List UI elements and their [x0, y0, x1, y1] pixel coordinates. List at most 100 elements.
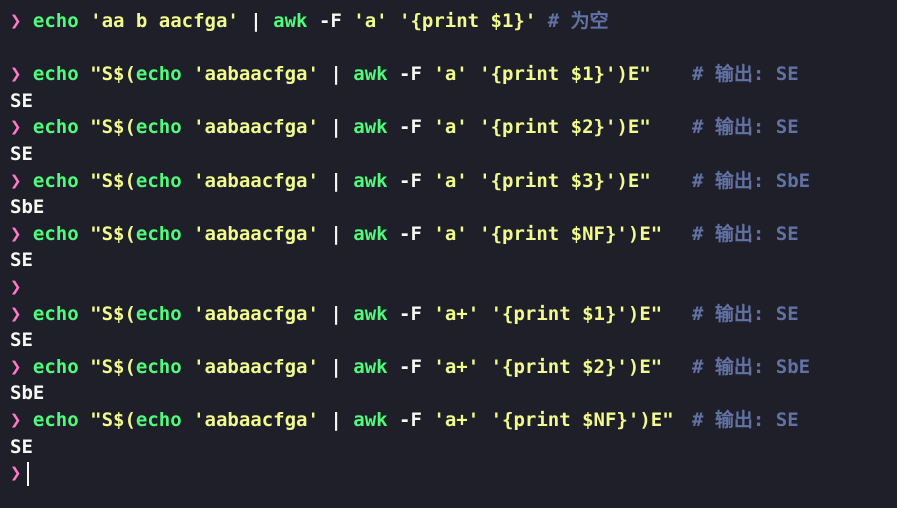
prompt-symbol: ❯: [10, 116, 22, 139]
flag-token: -F: [387, 222, 434, 245]
command-line: ❯ echo "S$(echo 'aabaacfga' | awk -F 'a'…: [10, 61, 897, 88]
string-token: )E": [616, 169, 651, 192]
command-line: ❯ echo "S$(echo 'aabaacfga' | awk -F 'a+…: [10, 301, 897, 328]
prompt-symbol: ❯: [10, 169, 22, 192]
string-token: 'a': [433, 63, 468, 86]
string-token: 'a+': [433, 408, 480, 431]
string-token: '{print $1}': [479, 63, 617, 86]
string-token: "S$(: [90, 302, 136, 325]
command-token: awk: [353, 408, 388, 431]
string-token: 'aabaacfga': [193, 408, 319, 431]
operator-token: [182, 409, 193, 431]
operator-token: [182, 170, 193, 192]
command-output: SE: [10, 88, 897, 115]
comment-text: # 输出: SbE: [692, 355, 811, 378]
string-token: "S$(: [90, 222, 136, 245]
command-output: SbE: [10, 194, 897, 221]
operator-token: |: [318, 355, 354, 378]
command-line: ❯ echo "S$(echo 'aabaacfga' | awk -F 'a'…: [10, 114, 897, 141]
command-token: echo: [135, 63, 182, 86]
comment-text: # 输出: SE: [692, 63, 799, 86]
command-line: ❯ echo "S$(echo 'aabaacfga' | awk -F 'a'…: [10, 221, 897, 248]
command-output: SE: [10, 247, 897, 274]
string-token: "S$(: [90, 355, 136, 378]
string-token: 'a+': [433, 355, 480, 378]
string-token: )E": [627, 302, 663, 325]
comment-text: # 输出: SbE: [692, 169, 811, 192]
operator-token: |: [318, 408, 354, 431]
string-token: 'aabaacfga': [193, 116, 319, 139]
command-token: echo: [135, 116, 182, 139]
operator-token: [468, 63, 479, 85]
command-token: echo: [135, 355, 182, 378]
string-token: 'aa b aacfga': [90, 10, 239, 32]
operator-token: |: [318, 302, 354, 325]
string-token: 'a': [353, 10, 388, 32]
operator-token: [182, 356, 193, 378]
command-line: ❯ echo 'aa b aacfga' | awk -F 'a' '{prin…: [10, 8, 897, 35]
command-output: SE: [10, 434, 897, 461]
string-token: 'a': [433, 116, 468, 139]
string-token: 'a': [433, 169, 468, 192]
command-line: ❯ echo "S$(echo 'aabaacfga' | awk -F 'a+…: [10, 354, 897, 381]
operator-token: [388, 10, 399, 32]
flag-token: -F: [387, 63, 434, 86]
operator-token: [79, 10, 90, 32]
operator-token: [182, 63, 193, 85]
operator-token: [182, 303, 193, 325]
operator-token: [182, 223, 193, 245]
string-token: 'aabaacfga': [193, 355, 319, 378]
flag-token: -F: [387, 302, 434, 325]
operator-token: [79, 63, 90, 85]
command-token: echo: [135, 408, 182, 431]
operator-token: [468, 223, 479, 245]
operator-token: [468, 170, 479, 192]
text-cursor: [27, 461, 30, 486]
command-line: ❯ echo "S$(echo 'aabaacfga' | awk -F 'a+…: [10, 407, 897, 434]
string-token: )E": [627, 222, 663, 245]
prompt-symbol: ❯: [10, 462, 22, 485]
output-text: SbE: [10, 382, 45, 405]
comment-text: # 为空: [547, 10, 609, 32]
comment-text: # 输出: SE: [692, 222, 799, 245]
string-token: )E": [616, 63, 651, 86]
string-token: '{print $NF}': [479, 222, 628, 245]
active-prompt-line[interactable]: ❯: [10, 460, 897, 487]
command-token: awk: [353, 222, 388, 245]
string-token: 'aabaacfga': [193, 302, 319, 325]
string-token: '{print $3}': [479, 169, 617, 192]
flag-token: -F: [387, 169, 434, 192]
command-token: echo: [32, 63, 79, 86]
operator-token: |: [318, 63, 354, 86]
flag-token: -F: [387, 355, 434, 378]
output-text: SE: [10, 142, 33, 165]
prompt-symbol: ❯: [10, 222, 22, 245]
string-token: 'a': [433, 222, 468, 245]
string-token: "S$(: [90, 63, 136, 86]
operator-token: [79, 303, 90, 325]
prompt-symbol: ❯: [10, 63, 22, 86]
command-line: ❯ echo "S$(echo 'aabaacfga' | awk -F 'a'…: [10, 168, 897, 195]
command-output: SbE: [10, 380, 897, 407]
operator-token: |: [318, 222, 354, 245]
string-token: "S$(: [90, 116, 136, 139]
string-token: "S$(: [90, 408, 136, 431]
command-token: echo: [32, 116, 79, 139]
command-token: echo: [32, 302, 79, 325]
command-token: awk: [353, 116, 388, 139]
command-token: awk: [273, 10, 308, 32]
string-token: '{print $2}': [479, 116, 617, 139]
terminal-window[interactable]: ❯ echo 'aa b aacfga' | awk -F 'a' '{prin…: [0, 0, 897, 508]
operator-token: |: [318, 116, 354, 139]
prompt-symbol: ❯: [10, 355, 22, 378]
operator-token: [468, 116, 479, 138]
comment-text: # 输出: SE: [692, 116, 799, 139]
command-token: echo: [135, 169, 182, 192]
string-token: '{print $NF}': [490, 408, 640, 431]
command-token: awk: [353, 302, 388, 325]
command-token: awk: [353, 169, 388, 192]
operator-token: [79, 409, 90, 431]
output-text: SE: [10, 249, 33, 272]
flag-token: -F: [387, 116, 434, 139]
